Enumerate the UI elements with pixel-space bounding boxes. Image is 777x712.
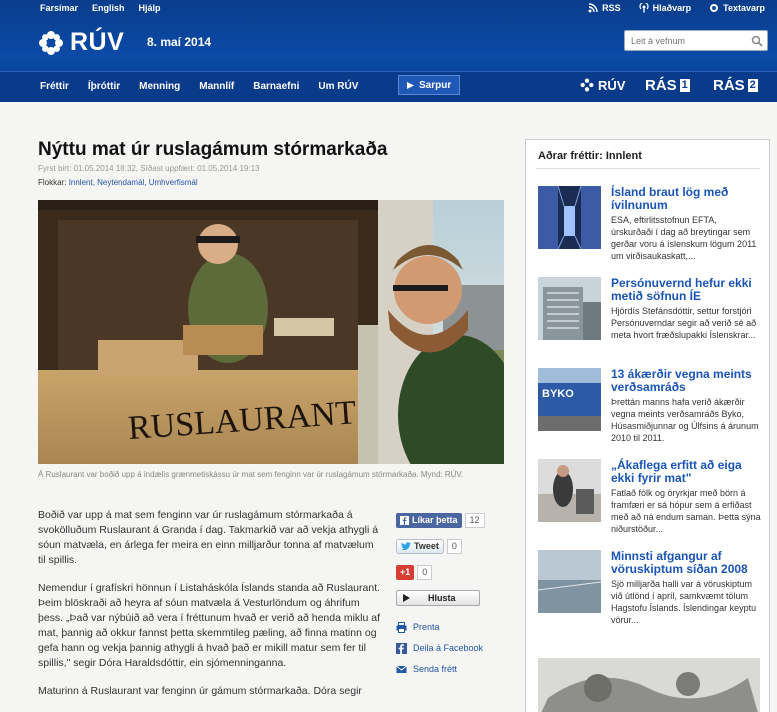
news-thumbnail [538, 186, 601, 249]
article-paragraph: Nemendur í grafískri hönnun í Listaháskó… [38, 582, 381, 669]
listen-button[interactable]: Hlusta [396, 590, 480, 606]
news-summary: Hjördís Stefánsdóttir, settur forstjóri … [611, 306, 757, 340]
news-thumbnail [538, 277, 601, 340]
envelope-icon [396, 665, 407, 673]
tweet-count: 0 [446, 538, 462, 554]
help-link[interactable]: Hjálp [139, 3, 161, 13]
rss-link[interactable]: RSS [588, 3, 621, 13]
rss-icon [588, 3, 598, 13]
related-news-item[interactable]: Minnsti afgangur af vöruskiptum síðan 20… [538, 550, 762, 638]
nav-item-kids[interactable]: Barnaefni [253, 81, 299, 92]
nav-item-sports[interactable]: Íþróttir [88, 81, 120, 92]
teletext-link[interactable]: Textavarp [709, 3, 765, 13]
facebook-like-button[interactable]: Líkar þetta [396, 512, 462, 528]
article-title: Nýttu mat úr ruslagámum stórmarkaða [38, 139, 388, 160]
sidebar-bottom-image[interactable] [538, 658, 760, 712]
article-timestamps: Fyrst birt: 01.05.2014 18:32, Síðast upp… [38, 164, 260, 173]
site-header: Farsímar English Hjálp RSS Hlaðvarp Text… [0, 0, 777, 102]
print-link[interactable]: Prenta [396, 620, 504, 634]
google-plus-button[interactable]: +1 [396, 564, 415, 580]
tweet-button[interactable]: Tweet [396, 538, 444, 554]
article-body: Boðið var upp á mat sem fenginn var úr r… [38, 508, 383, 712]
printer-icon [396, 621, 407, 633]
news-summary: Sjö milljarða halli var á vöruskiptum vi… [611, 579, 757, 625]
news-summary: ESA, eftirlitsstofnun EFTA, úrskurðaði í… [611, 215, 757, 261]
sarpur-button[interactable]: Sarpur [398, 75, 460, 95]
related-news-sidebar: Aðrar fréttir: Innlent Ísland braut lög … [525, 139, 770, 712]
article-paragraph: Maturinn á Ruslaurant var fenginn úr gám… [38, 685, 362, 697]
news-summary: Fatlað fólk og öryrkjar með börn á framf… [611, 488, 761, 534]
article-categories: Flokkar: Innlent, Neytendamál, Umhverfis… [38, 178, 198, 187]
related-news-item[interactable]: „Ákaflega erfitt að eiga ekki fyrir mat"… [538, 459, 762, 547]
mobile-link[interactable]: Farsímar [40, 3, 78, 13]
category-links[interactable]: Innlent, Neytendamál, Umhverfismál [69, 178, 198, 187]
podcast-icon [639, 3, 649, 13]
news-headline: „Ákaflega erfitt að eiga ekki fyrir mat" [611, 458, 742, 485]
news-headline: 13 ákærðir vegna meints verðsamráðs [611, 367, 752, 394]
news-thumbnail [538, 550, 601, 613]
news-thumbnail [538, 459, 601, 522]
byko-sign-text: BYKO [542, 388, 574, 400]
send-article-link[interactable]: Senda frétt [396, 662, 504, 676]
facebook-icon [400, 515, 409, 525]
nav-item-news[interactable]: Fréttir [40, 81, 69, 92]
search-box [624, 30, 768, 51]
sidebar-divider [536, 168, 760, 169]
ruv-logo-icon [39, 30, 63, 55]
ruv-channel-icon [580, 78, 594, 92]
news-headline: Ísland braut lög með ívilnunum [611, 185, 729, 212]
related-news-item[interactable]: BYKO 13 ákærðir vegna meints verðsamráðs… [538, 368, 762, 456]
related-news-item[interactable]: Persónuvernd hefur ekki metið söfnun ÍE … [538, 277, 762, 365]
current-date: 8. maí 2014 [147, 35, 212, 49]
news-headline: Minnsti afgangur af vöruskiptum síðan 20… [611, 549, 748, 576]
play-icon [403, 594, 410, 602]
google-plus-count: 0 [417, 564, 433, 580]
play-icon [407, 81, 414, 89]
podcast-link[interactable]: Hlaðvarp [639, 3, 691, 13]
news-summary: Þrettán manns hafa verið ákærðir vegna m… [611, 397, 759, 443]
nav-item-culture[interactable]: Menning [139, 81, 180, 92]
facebook-like-count: 12 [464, 512, 485, 528]
sidebar-title: Aðrar fréttir: Innlent [538, 150, 642, 162]
related-news-item[interactable]: Ísland braut lög með ívilnunum ESA, efti… [538, 186, 762, 274]
nav-item-about[interactable]: Um RÚV [318, 81, 358, 92]
article: Nýttu mat úr ruslagámum stórmarkaða Fyrs… [38, 138, 504, 697]
article-paragraph: Boðið var upp á mat sem fenginn var úr r… [38, 509, 379, 566]
ruv-logo[interactable]: RÚV [38, 28, 124, 57]
channel-ras2[interactable]: RÁS 2 [713, 76, 758, 94]
news-thumbnail: BYKO [538, 368, 601, 431]
english-link[interactable]: English [92, 3, 125, 13]
article-photo: RUSLAURANT [38, 200, 504, 464]
photo-caption: Á Ruslaurant var boðið upp á indælis græ… [38, 470, 464, 479]
channel-ras1[interactable]: RÁS 1 [645, 76, 690, 94]
search-icon[interactable] [751, 35, 763, 47]
teletext-icon [710, 4, 719, 12]
search-input[interactable] [625, 31, 743, 51]
channel-ruv[interactable]: RÚV [580, 76, 625, 94]
twitter-icon [401, 541, 411, 550]
nav-item-lifestyle[interactable]: Mannlíf [199, 81, 234, 92]
share-facebook-link[interactable]: Deila á Facebook [396, 641, 504, 655]
logo-text: RÚV [70, 28, 125, 56]
top-bar: Farsímar English Hjálp RSS Hlaðvarp Text… [0, 0, 777, 18]
facebook-icon [396, 642, 407, 654]
share-panel: Líkar þetta 12 Tweet 0 +1 0 Hlusta Prent… [396, 512, 504, 683]
news-headline: Persónuvernd hefur ekki metið söfnun ÍE [611, 276, 752, 303]
